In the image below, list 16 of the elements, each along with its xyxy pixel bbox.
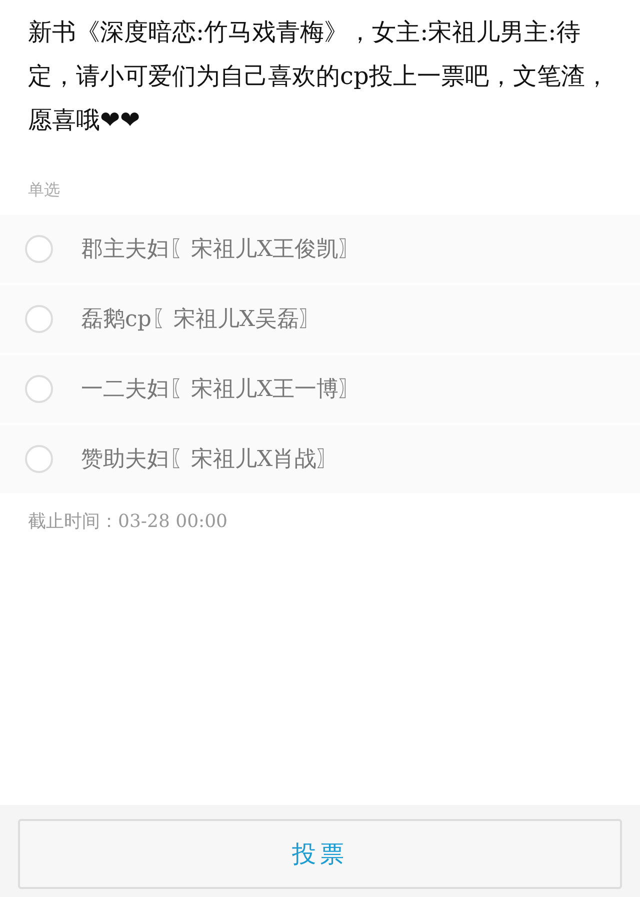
radio-button[interactable] xyxy=(25,305,53,333)
radio-button[interactable] xyxy=(25,235,53,263)
option-label: 磊鹅cp〖宋祖儿X吴磊〗 xyxy=(81,306,322,334)
option-label: 一二夫妇〖宋祖儿X王一博〗 xyxy=(81,376,361,404)
deadline-text: 截止时间：03-28 00:00 xyxy=(27,510,228,534)
option-label: 郡主夫妇〖宋祖儿X王俊凯〗 xyxy=(81,236,361,264)
poll-title: 新书《深度暗恋:竹马戏青梅》，女主:宋祖儿男主:待定，请小可爱们为自己喜欢的cp投上一票吧，文笔渣，愿喜哦❤❤ xyxy=(27,17,610,136)
radio-button[interactable] xyxy=(25,445,53,473)
option-label: 赞助夫妇〖宋祖儿X肖战〗 xyxy=(81,446,339,474)
radio-button[interactable] xyxy=(25,375,53,403)
vote-button[interactable]: 投票 xyxy=(18,819,622,889)
poll-option[interactable]: 郡主夫妇〖宋祖儿X王俊凯〗 xyxy=(0,215,640,283)
vote-type-label: 单选 xyxy=(27,179,61,201)
poll-option[interactable]: 磊鹅cp〖宋祖儿X吴磊〗 xyxy=(0,285,640,353)
poll-option[interactable]: 一二夫妇〖宋祖儿X王一博〗 xyxy=(0,355,640,423)
poll-option[interactable]: 赞助夫妇〖宋祖儿X肖战〗 xyxy=(0,425,640,493)
